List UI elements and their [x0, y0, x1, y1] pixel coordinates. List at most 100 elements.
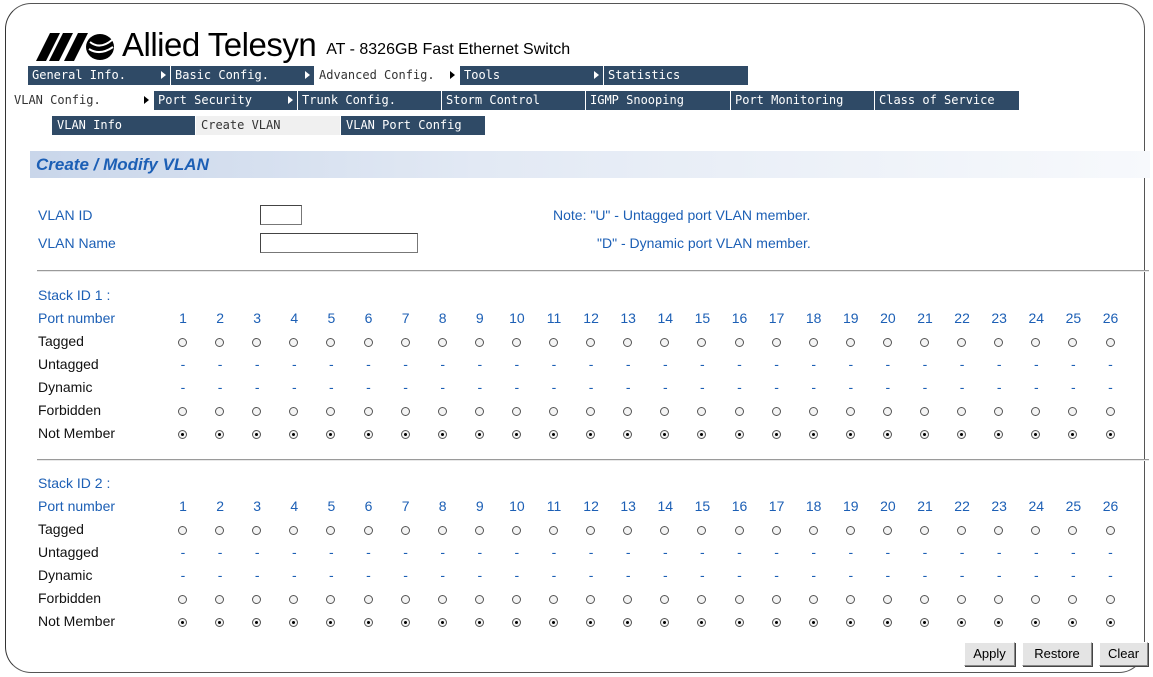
forbidden-radio[interactable] — [178, 407, 187, 416]
not-member-radio[interactable] — [845, 618, 855, 627]
tagged-radio[interactable] — [178, 338, 187, 347]
not-member-radio[interactable] — [771, 618, 781, 627]
tagged-radio[interactable] — [549, 338, 558, 347]
not-member-radio[interactable] — [437, 430, 447, 439]
nav-trunk-config[interactable]: Trunk Config. — [298, 91, 442, 110]
not-member-radio[interactable] — [882, 430, 892, 439]
not-member-radio[interactable] — [178, 430, 187, 439]
tagged-radio[interactable] — [474, 526, 484, 535]
forbidden-radio[interactable] — [511, 595, 521, 604]
tagged-radio[interactable] — [474, 338, 484, 347]
forbidden-radio[interactable] — [845, 407, 855, 416]
tagged-radio[interactable] — [845, 338, 855, 347]
tagged-radio[interactable] — [882, 526, 892, 535]
nav-storm-control[interactable]: Storm Control — [442, 91, 586, 110]
not-member-radio[interactable] — [474, 430, 484, 439]
tagged-radio[interactable] — [882, 338, 892, 347]
tagged-radio[interactable] — [771, 338, 781, 347]
not-member-radio[interactable] — [1105, 618, 1115, 627]
clear-button[interactable]: Clear — [1099, 642, 1148, 666]
nav-igmp-snooping[interactable]: IGMP Snooping — [586, 91, 731, 110]
tagged-radio[interactable] — [734, 526, 744, 535]
forbidden-radio[interactable] — [734, 595, 744, 604]
tagged-radio[interactable] — [1105, 338, 1115, 347]
forbidden-radio[interactable] — [437, 407, 447, 416]
tagged-radio[interactable] — [1105, 526, 1115, 535]
tagged-radio[interactable] — [920, 526, 929, 535]
forbidden-radio[interactable] — [474, 595, 484, 604]
not-member-radio[interactable] — [437, 618, 447, 627]
forbidden-radio[interactable] — [920, 595, 929, 604]
nav-statistics[interactable]: Statistics — [604, 66, 749, 85]
tagged-radio[interactable] — [808, 338, 818, 347]
nav-port-monitoring[interactable]: Port Monitoring — [731, 91, 875, 110]
not-member-radio[interactable] — [549, 618, 558, 627]
not-member-radio[interactable] — [920, 618, 929, 627]
not-member-radio[interactable] — [178, 618, 187, 627]
not-member-radio[interactable] — [771, 430, 781, 439]
forbidden-radio[interactable] — [1105, 595, 1115, 604]
tagged-radio[interactable] — [808, 526, 818, 535]
tagged-radio[interactable] — [511, 526, 521, 535]
not-member-radio[interactable] — [400, 618, 410, 627]
nav-basic-config[interactable]: Basic Config. — [171, 66, 315, 85]
forbidden-radio[interactable] — [511, 407, 521, 416]
not-member-radio[interactable] — [511, 430, 521, 439]
restore-button[interactable]: Restore — [1022, 642, 1092, 666]
tagged-radio[interactable] — [771, 526, 781, 535]
not-member-radio[interactable] — [882, 618, 892, 627]
not-member-radio[interactable] — [363, 430, 373, 439]
tagged-radio[interactable] — [845, 526, 855, 535]
forbidden-radio[interactable] — [400, 595, 410, 604]
forbidden-radio[interactable] — [734, 407, 744, 416]
forbidden-radio[interactable] — [437, 595, 447, 604]
tab-create-vlan[interactable]: Create VLAN — [196, 116, 341, 135]
forbidden-radio[interactable] — [808, 595, 818, 604]
forbidden-radio[interactable] — [549, 595, 558, 604]
tagged-radio[interactable] — [511, 338, 521, 347]
forbidden-radio[interactable] — [363, 595, 373, 604]
nav-general-info[interactable]: General Info. — [28, 66, 171, 85]
nav-vlan-config[interactable]: VLAN Config. — [10, 91, 154, 110]
not-member-radio[interactable] — [845, 430, 855, 439]
not-member-radio[interactable] — [363, 618, 373, 627]
tagged-radio[interactable] — [400, 338, 410, 347]
tagged-radio[interactable] — [400, 526, 410, 535]
not-member-radio[interactable] — [1105, 430, 1115, 439]
tab-vlan-info[interactable]: VLAN Info — [52, 116, 196, 135]
tagged-radio[interactable] — [920, 338, 929, 347]
not-member-radio[interactable] — [400, 430, 410, 439]
nav-class-of-service[interactable]: Class of Service — [875, 91, 1020, 110]
forbidden-radio[interactable] — [808, 407, 818, 416]
tagged-radio[interactable] — [549, 526, 558, 535]
not-member-radio[interactable] — [511, 618, 521, 627]
nav-advanced-config[interactable]: Advanced Config. — [315, 66, 460, 85]
tagged-radio[interactable] — [437, 526, 447, 535]
not-member-radio[interactable] — [808, 430, 818, 439]
nav-port-security[interactable]: Port Security — [154, 91, 298, 110]
forbidden-radio[interactable] — [549, 407, 558, 416]
forbidden-radio[interactable] — [400, 407, 410, 416]
not-member-radio[interactable] — [808, 618, 818, 627]
apply-button[interactable]: Apply — [964, 642, 1015, 666]
forbidden-radio[interactable] — [771, 595, 781, 604]
forbidden-radio[interactable] — [178, 595, 187, 604]
forbidden-radio[interactable] — [882, 595, 892, 604]
vlan-id-input[interactable] — [260, 205, 302, 225]
forbidden-radio[interactable] — [882, 407, 892, 416]
forbidden-radio[interactable] — [1105, 407, 1115, 416]
forbidden-radio[interactable] — [363, 407, 373, 416]
tagged-radio[interactable] — [437, 338, 447, 347]
nav-tools[interactable]: Tools — [460, 66, 604, 85]
forbidden-radio[interactable] — [771, 407, 781, 416]
not-member-radio[interactable] — [920, 430, 929, 439]
forbidden-radio[interactable] — [845, 595, 855, 604]
forbidden-radio[interactable] — [920, 407, 929, 416]
tagged-radio[interactable] — [734, 338, 744, 347]
tagged-radio[interactable] — [363, 526, 373, 535]
not-member-radio[interactable] — [549, 430, 558, 439]
tab-vlan-port-config[interactable]: VLAN Port Config — [341, 116, 486, 135]
not-member-radio[interactable] — [734, 618, 744, 627]
tagged-radio[interactable] — [178, 526, 187, 535]
forbidden-radio[interactable] — [474, 407, 484, 416]
